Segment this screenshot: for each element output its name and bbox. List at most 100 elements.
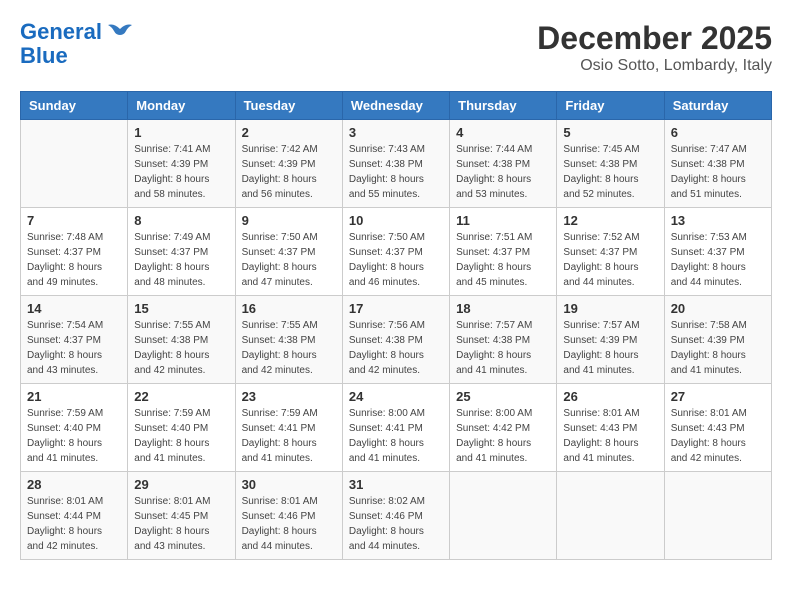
day-info: Sunrise: 7:50 AMSunset: 4:37 PMDaylight:…: [242, 230, 336, 290]
calendar-cell: 20 Sunrise: 7:58 AMSunset: 4:39 PMDayligh…: [664, 296, 771, 384]
calendar-cell: [21, 120, 128, 208]
day-info: Sunrise: 7:54 AMSunset: 4:37 PMDaylight:…: [27, 318, 121, 378]
day-info: Sunrise: 8:00 AMSunset: 4:42 PMDaylight:…: [456, 406, 550, 466]
day-info: Sunrise: 7:53 AMSunset: 4:37 PMDaylight:…: [671, 230, 765, 290]
calendar-cell: 31 Sunrise: 8:02 AMSunset: 4:46 PMDayligh…: [342, 472, 449, 560]
day-info: Sunrise: 8:01 AMSunset: 4:45 PMDaylight:…: [134, 494, 228, 554]
day-info: Sunrise: 8:01 AMSunset: 4:43 PMDaylight:…: [563, 406, 657, 466]
day-info: Sunrise: 7:55 AMSunset: 4:38 PMDaylight:…: [242, 318, 336, 378]
day-number: 2: [242, 125, 336, 140]
calendar-week-row: 21Sunrise: 7:59 AMSunset: 4:40 PMDayligh…: [21, 384, 772, 472]
day-of-week-header: Thursday: [450, 92, 557, 120]
calendar-cell: [450, 472, 557, 560]
calendar-cell: 26 Sunrise: 8:01 AMSunset: 4:43 PMDayligh…: [557, 384, 664, 472]
calendar-cell: 22 Sunrise: 7:59 AMSunset: 4:40 PMDayligh…: [128, 384, 235, 472]
page-title: December 2025: [537, 20, 772, 57]
calendar-cell: 9 Sunrise: 7:50 AMSunset: 4:37 PMDaylight…: [235, 208, 342, 296]
page-header: GeneralBlue December 2025 Osio Sotto, Lo…: [20, 20, 772, 75]
day-info: Sunrise: 7:59 AMSunset: 4:40 PMDaylight:…: [134, 406, 228, 466]
calendar-cell: 10 Sunrise: 7:50 AMSunset: 4:37 PMDayligh…: [342, 208, 449, 296]
calendar-cell: 29 Sunrise: 8:01 AMSunset: 4:45 PMDayligh…: [128, 472, 235, 560]
day-number: 30: [242, 477, 336, 492]
calendar-cell: 14 Sunrise: 7:54 AMSunset: 4:37 PMDayligh…: [21, 296, 128, 384]
day-info: Sunrise: 7:57 AMSunset: 4:38 PMDaylight:…: [456, 318, 550, 378]
calendar-cell: 16 Sunrise: 7:55 AMSunset: 4:38 PMDayligh…: [235, 296, 342, 384]
logo-text: GeneralBlue: [20, 20, 102, 68]
calendar-cell: 30 Sunrise: 8:01 AMSunset: 4:46 PMDayligh…: [235, 472, 342, 560]
day-info: Sunrise: 7:45 AMSunset: 4:38 PMDaylight:…: [563, 142, 657, 202]
calendar-cell: 15Sunrise: 7:55 AMSunset: 4:38 PMDayligh…: [128, 296, 235, 384]
day-info: Sunrise: 7:48 AMSunset: 4:37 PMDaylight:…: [27, 230, 121, 290]
calendar-cell: 11 Sunrise: 7:51 AMSunset: 4:37 PMDayligh…: [450, 208, 557, 296]
day-of-week-header: Sunday: [21, 92, 128, 120]
logo: GeneralBlue: [20, 20, 134, 68]
day-of-week-header: Tuesday: [235, 92, 342, 120]
day-number: 16: [242, 301, 336, 316]
day-number: 14: [27, 301, 121, 316]
calendar-cell: 7 Sunrise: 7:48 AMSunset: 4:37 PMDaylight…: [21, 208, 128, 296]
day-number: 3: [349, 125, 443, 140]
calendar-table: SundayMondayTuesdayWednesdayThursdayFrid…: [20, 91, 772, 560]
calendar-cell: [664, 472, 771, 560]
day-number: 5: [563, 125, 657, 140]
day-info: Sunrise: 7:50 AMSunset: 4:37 PMDaylight:…: [349, 230, 443, 290]
day-number: 25: [456, 389, 550, 404]
calendar-week-row: 28 Sunrise: 8:01 AMSunset: 4:44 PMDayligh…: [21, 472, 772, 560]
calendar-week-row: 14 Sunrise: 7:54 AMSunset: 4:37 PMDayligh…: [21, 296, 772, 384]
page-subtitle: Osio Sotto, Lombardy, Italy: [537, 57, 772, 75]
calendar-cell: 1Sunrise: 7:41 AMSunset: 4:39 PMDaylight…: [128, 120, 235, 208]
day-number: 27: [671, 389, 765, 404]
day-number: 10: [349, 213, 443, 228]
day-number: 9: [242, 213, 336, 228]
calendar-cell: 4Sunrise: 7:44 AMSunset: 4:38 PMDaylight…: [450, 120, 557, 208]
day-number: 17: [349, 301, 443, 316]
day-info: Sunrise: 7:55 AMSunset: 4:38 PMDaylight:…: [134, 318, 228, 378]
day-number: 24: [349, 389, 443, 404]
calendar-cell: 13 Sunrise: 7:53 AMSunset: 4:37 PMDayligh…: [664, 208, 771, 296]
calendar-cell: 8Sunrise: 7:49 AMSunset: 4:37 PMDaylight…: [128, 208, 235, 296]
calendar-cell: 17 Sunrise: 7:56 AMSunset: 4:38 PMDayligh…: [342, 296, 449, 384]
day-info: Sunrise: 8:01 AMSunset: 4:44 PMDaylight:…: [27, 494, 121, 554]
day-info: Sunrise: 7:59 AMSunset: 4:40 PMDaylight:…: [27, 406, 121, 466]
day-number: 13: [671, 213, 765, 228]
day-number: 20: [671, 301, 765, 316]
calendar-cell: [557, 472, 664, 560]
calendar-cell: 21Sunrise: 7:59 AMSunset: 4:40 PMDayligh…: [21, 384, 128, 472]
day-info: Sunrise: 7:47 AMSunset: 4:38 PMDaylight:…: [671, 142, 765, 202]
calendar-cell: 3 Sunrise: 7:43 AMSunset: 4:38 PMDaylight…: [342, 120, 449, 208]
day-number: 26: [563, 389, 657, 404]
day-number: 31: [349, 477, 443, 492]
day-number: 19: [563, 301, 657, 316]
day-number: 1: [134, 125, 228, 140]
calendar-cell: 23Sunrise: 7:59 AMSunset: 4:41 PMDayligh…: [235, 384, 342, 472]
day-of-week-header: Friday: [557, 92, 664, 120]
day-number: 29: [134, 477, 228, 492]
day-number: 18: [456, 301, 550, 316]
day-of-week-header: Saturday: [664, 92, 771, 120]
day-info: Sunrise: 7:49 AMSunset: 4:37 PMDaylight:…: [134, 230, 228, 290]
day-number: 22: [134, 389, 228, 404]
day-info: Sunrise: 8:00 AMSunset: 4:41 PMDaylight:…: [349, 406, 443, 466]
day-info: Sunrise: 7:57 AMSunset: 4:39 PMDaylight:…: [563, 318, 657, 378]
day-number: 28: [27, 477, 121, 492]
day-info: Sunrise: 8:02 AMSunset: 4:46 PMDaylight:…: [349, 494, 443, 554]
day-info: Sunrise: 7:42 AMSunset: 4:39 PMDaylight:…: [242, 142, 336, 202]
calendar-week-row: 7 Sunrise: 7:48 AMSunset: 4:37 PMDaylight…: [21, 208, 772, 296]
day-info: Sunrise: 7:58 AMSunset: 4:39 PMDaylight:…: [671, 318, 765, 378]
calendar-cell: 12Sunrise: 7:52 AMSunset: 4:37 PMDayligh…: [557, 208, 664, 296]
logo-bird-icon: [106, 21, 134, 49]
day-info: Sunrise: 7:44 AMSunset: 4:38 PMDaylight:…: [456, 142, 550, 202]
calendar-cell: 25 Sunrise: 8:00 AMSunset: 4:42 PMDayligh…: [450, 384, 557, 472]
day-number: 7: [27, 213, 121, 228]
day-of-week-header: Wednesday: [342, 92, 449, 120]
day-info: Sunrise: 8:01 AMSunset: 4:46 PMDaylight:…: [242, 494, 336, 554]
day-info: Sunrise: 7:43 AMSunset: 4:38 PMDaylight:…: [349, 142, 443, 202]
title-block: December 2025 Osio Sotto, Lombardy, Ital…: [537, 20, 772, 75]
day-info: Sunrise: 7:51 AMSunset: 4:37 PMDaylight:…: [456, 230, 550, 290]
day-info: Sunrise: 7:56 AMSunset: 4:38 PMDaylight:…: [349, 318, 443, 378]
calendar-body: 1Sunrise: 7:41 AMSunset: 4:39 PMDaylight…: [21, 120, 772, 560]
day-number: 11: [456, 213, 550, 228]
day-of-week-header: Monday: [128, 92, 235, 120]
day-number: 23: [242, 389, 336, 404]
day-number: 12: [563, 213, 657, 228]
